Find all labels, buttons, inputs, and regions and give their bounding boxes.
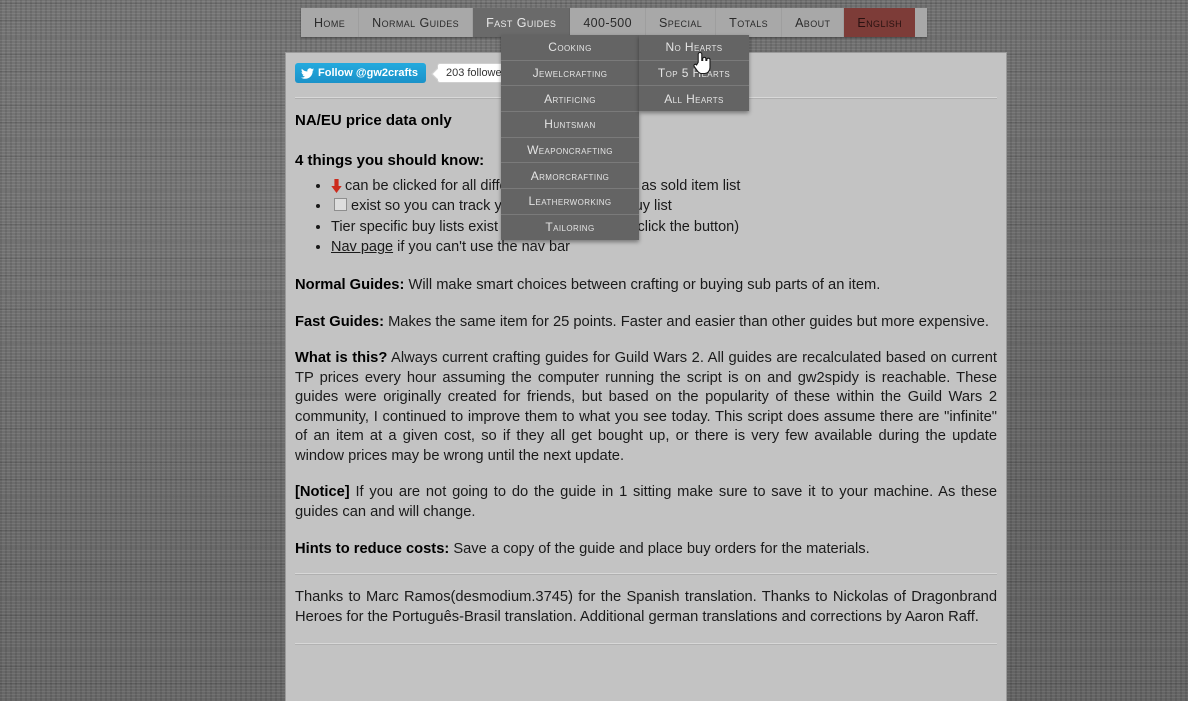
- nav-end-cap: [915, 8, 928, 37]
- price-data-notice: NA/EU price data only: [295, 112, 452, 129]
- nav-item-totals[interactable]: Totals: [716, 8, 783, 37]
- nav-item-about[interactable]: About: [782, 8, 845, 37]
- nav-item-special[interactable]: Special: [646, 8, 717, 37]
- red-down-arrow-icon: [331, 178, 342, 193]
- menu-item-no-hearts[interactable]: No Hearts: [639, 35, 749, 61]
- menu-item-artificing[interactable]: Artificing: [501, 86, 639, 113]
- fact-text-4: if you can't use the nav bar: [397, 239, 570, 256]
- menu-item-leatherworking[interactable]: Leatherworking: [501, 189, 639, 215]
- dropdown-fast-guides: Cooking Jewelcrafting Artificing Huntsma…: [501, 35, 639, 240]
- nav-page-link[interactable]: Nav page: [331, 239, 393, 255]
- bottom-divider: [295, 643, 997, 646]
- list-item: exist so you can track your progress in …: [331, 197, 997, 216]
- panel-footer-body: Thanks to Marc Ramos(desmodium.3745) for…: [286, 575, 1006, 627]
- menu-item-armorcrafting[interactable]: Armorcrafting: [501, 163, 639, 190]
- nav-item-fast-guides[interactable]: Fast Guides: [473, 8, 571, 37]
- list-item: Tier specific buy lists exist for all no…: [331, 218, 997, 237]
- paragraph-lead-what-is-this: What is this?: [295, 350, 388, 367]
- twitter-follow-label: Follow @gw2crafts: [318, 67, 418, 79]
- main-navigation-bar: Home Normal Guides Fast Guides 400-500 S…: [301, 8, 928, 37]
- main-content-panel: Follow @gw2crafts 203 followers NA/EU pr…: [285, 52, 1007, 701]
- nav-item-normal-guides[interactable]: Normal Guides: [359, 8, 474, 37]
- paragraph-notice: [Notice] If you are not going to do the …: [295, 466, 997, 522]
- paragraph-body-normal-guides: Will make smart choices between crafting…: [408, 277, 881, 294]
- checkbox-icon[interactable]: [334, 198, 347, 212]
- dropdown-hearts-submenu: No Hearts Top 5 Hearts All Hearts: [639, 35, 749, 112]
- paragraph-lead-normal-guides: Normal Guides:: [295, 277, 405, 294]
- translation-credits: Thanks to Marc Ramos(desmodium.3745) for…: [295, 589, 997, 625]
- paragraph-body-hints: Save a copy of the guide and place buy o…: [453, 540, 870, 557]
- nav-item-400-500[interactable]: 400-500: [570, 8, 647, 37]
- facts-heading: 4 things you should know:: [295, 151, 485, 169]
- paragraph-what-is-this: What is this? Always current crafting gu…: [295, 332, 997, 466]
- paragraph-lead-notice: [Notice]: [295, 484, 350, 501]
- menu-item-tailoring[interactable]: Tailoring: [501, 215, 639, 240]
- menu-item-top-5-hearts[interactable]: Top 5 Hearts: [639, 61, 749, 87]
- facts-list: can be clicked for all different buy lis…: [295, 177, 997, 258]
- twitter-bird-icon: [301, 67, 314, 79]
- menu-item-huntsman[interactable]: Huntsman: [501, 112, 639, 138]
- nav-item-english-language[interactable]: English: [844, 8, 916, 37]
- menu-item-jewelcrafting[interactable]: Jewelcrafting: [501, 61, 639, 87]
- paragraph-body-notice: If you are not going to do the guide in …: [295, 484, 997, 521]
- twitter-follow-widget: Follow @gw2crafts 203 followers: [295, 63, 520, 83]
- paragraph-body-what-is-this: Always current crafting guides for Guild…: [295, 350, 997, 464]
- paragraph-fast-guides: Fast Guides: Makes the same item for 25 …: [295, 296, 997, 333]
- twitter-follow-button[interactable]: Follow @gw2crafts: [295, 63, 426, 83]
- menu-item-weaponcrafting[interactable]: Weaponcrafting: [501, 138, 639, 164]
- paragraph-normal-guides: Normal Guides: Will make smart choices b…: [295, 259, 997, 296]
- paragraph-lead-fast-guides: Fast Guides:: [295, 313, 384, 330]
- paragraph-lead-hints: Hints to reduce costs:: [295, 540, 450, 557]
- paragraph-body-fast-guides: Makes the same item for 25 points. Faste…: [388, 313, 989, 330]
- menu-item-all-hearts[interactable]: All Hearts: [639, 86, 749, 111]
- list-item: Nav page if you can't use the nav bar: [331, 238, 997, 257]
- panel-body: NA/EU price data only 4 things you shoul…: [286, 111, 1006, 559]
- menu-item-cooking[interactable]: Cooking: [501, 35, 639, 61]
- nav-item-home[interactable]: Home: [301, 8, 360, 37]
- list-item: can be clicked for all different buy lis…: [331, 177, 997, 196]
- paragraph-hints: Hints to reduce costs: Save a copy of th…: [295, 523, 997, 560]
